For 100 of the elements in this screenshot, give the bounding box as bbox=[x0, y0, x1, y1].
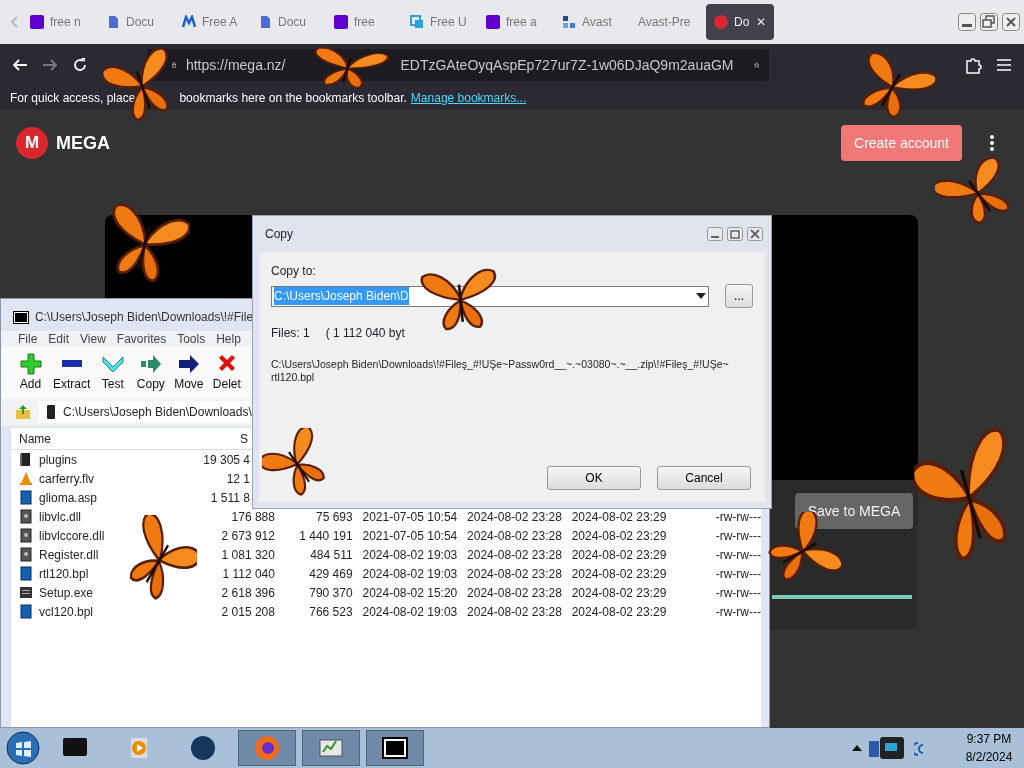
menu-icon[interactable] bbox=[996, 58, 1012, 72]
gear-file-icon bbox=[19, 528, 33, 543]
url-text: EDTzGAteOyqAspEp727ur7Z-1w06DJaQ9m2auaGM bbox=[400, 55, 734, 75]
url-field[interactable]: https://mega.nz/ EDTzGAteOyqAspEp727ur7Z-1w06DJaQ9m2auaGM bbox=[147, 49, 769, 81]
table-cell-text: 2024-08-02 19:03 bbox=[361, 603, 458, 621]
table-cell-text: 2024-08-02 23:29 bbox=[570, 565, 667, 583]
folder-up-icon[interactable] bbox=[15, 404, 31, 420]
toolbar-button[interactable]: Add bbox=[15, 352, 46, 393]
files-size: ( 1 112 040 byt bbox=[325, 325, 405, 342]
browser-tab[interactable]: Docu bbox=[98, 4, 174, 40]
menu-item[interactable]: View bbox=[80, 330, 106, 348]
table-cell-text: 2024-08-02 23:29 bbox=[570, 603, 667, 621]
file-icon bbox=[19, 490, 33, 505]
table-cell-text: -rw-rw--- bbox=[714, 603, 761, 621]
browser-tab[interactable]: Free U bbox=[402, 4, 478, 40]
minimize-icon[interactable] bbox=[707, 227, 723, 241]
column-header: Name bbox=[18, 430, 52, 448]
window-file-icon bbox=[19, 585, 33, 600]
square-icon bbox=[486, 15, 500, 29]
book-icon bbox=[19, 452, 33, 467]
minimize-icon[interactable] bbox=[958, 13, 976, 31]
menu-item[interactable]: Tools bbox=[177, 330, 206, 348]
menu-item[interactable]: Help bbox=[216, 330, 241, 348]
browser-tab[interactable]: free n bbox=[22, 4, 98, 40]
dialog-button[interactable]: Cancel bbox=[657, 466, 751, 490]
table-cell-text: 2024-08-02 23:29 bbox=[570, 546, 667, 564]
menu-item[interactable]: File bbox=[18, 330, 38, 348]
back-icon[interactable] bbox=[12, 57, 28, 73]
files-count: Files: 1 bbox=[271, 325, 310, 342]
table-cell-text: 2024-08-02 23:28 bbox=[466, 584, 562, 602]
clock-time[interactable]: 9:37 PM bbox=[954, 730, 1024, 748]
browser-tab[interactable]: Do ✕ bbox=[706, 4, 774, 40]
file-name[interactable]: carferry.flv bbox=[39, 469, 95, 488]
browser-tab[interactable]: Avast-Pre bbox=[630, 4, 706, 40]
table-cell-text: -rw-rw--- bbox=[714, 508, 761, 526]
browser-tab[interactable]: free bbox=[326, 4, 402, 40]
table-cell-text: 2024-08-02 23:28 bbox=[466, 603, 562, 621]
file-name[interactable]: glioma.asp bbox=[39, 488, 98, 507]
maximize-icon[interactable] bbox=[727, 227, 743, 241]
file-name[interactable]: Register.dll bbox=[39, 545, 99, 564]
table-cell-text: 12 1 bbox=[225, 470, 250, 488]
close-tab-button[interactable]: ✕ bbox=[756, 13, 766, 31]
file-name[interactable]: plugins bbox=[39, 450, 78, 469]
menu-item[interactable]: Edit bbox=[48, 330, 70, 348]
toolbar-button[interactable]: Test bbox=[97, 352, 129, 393]
file-name[interactable]: Setup.exe bbox=[39, 583, 94, 602]
close-icon[interactable] bbox=[747, 227, 763, 241]
sync-icon bbox=[410, 15, 424, 29]
table-cell-text: 176 888 bbox=[230, 508, 275, 526]
table-cell-text: 2024-08-02 23:28 bbox=[466, 546, 562, 564]
file-icon bbox=[19, 566, 33, 581]
url-text: https://mega.nz/ bbox=[185, 55, 286, 75]
table-cell-text: 766 523 bbox=[308, 603, 353, 621]
squares-icon bbox=[562, 15, 576, 29]
arrow-right-icon bbox=[177, 352, 200, 375]
table-cell-text: -rw-rw--- bbox=[714, 546, 761, 564]
table-cell-text: 1 081 320 bbox=[220, 546, 275, 564]
square-icon bbox=[334, 15, 348, 29]
menu-item[interactable]: Favorites bbox=[116, 330, 167, 348]
window-title: C:\Users\Joseph Biden\Downloads\!#File bbox=[35, 309, 254, 326]
browser-tab[interactable]: Docu bbox=[250, 4, 326, 40]
toolbar-button[interactable]: Delet bbox=[211, 352, 243, 393]
document-icon bbox=[258, 15, 272, 29]
puzzle-icon[interactable] bbox=[964, 56, 982, 74]
table-cell-text: 484 511 bbox=[309, 546, 353, 564]
circle-icon bbox=[714, 15, 728, 29]
toolbar-button[interactable]: Move bbox=[173, 352, 205, 393]
browser-tab[interactable]: Free A bbox=[174, 4, 250, 40]
file-path: C:\Users\Joseph Biden\Downloads\!#Fileş_#!UŞe~Passw0rd__~.~03080~.~__.zip\!#Fileş_#!UŞe~ rtl120.bpl bbox=[271, 358, 730, 384]
table-cell-text: 2024-08-02 23:29 bbox=[570, 584, 667, 602]
browser-tab[interactable]: free a bbox=[478, 4, 554, 40]
m-shape-icon bbox=[182, 15, 196, 29]
browser-tab[interactable]: Avast bbox=[554, 4, 630, 40]
dialog-button[interactable]: OK bbox=[547, 466, 641, 490]
bookmarks-hint: For quick access, place bbox=[10, 90, 136, 107]
chevron-up-icon[interactable] bbox=[852, 745, 862, 751]
forward-icon[interactable] bbox=[42, 57, 58, 73]
file-name[interactable]: libvlccore.dll bbox=[39, 526, 105, 545]
table-cell-text: -rw-rw--- bbox=[714, 527, 761, 545]
table-cell-text: 790 370 bbox=[308, 584, 353, 602]
close-icon[interactable] bbox=[1002, 13, 1020, 31]
toolbar-button[interactable]: Extract bbox=[53, 352, 91, 393]
toolbar-button[interactable]: Copy bbox=[135, 352, 167, 393]
reload-icon[interactable] bbox=[72, 57, 88, 73]
start-orb-icon[interactable] bbox=[6, 731, 40, 765]
file-name[interactable]: vcl120.bpl bbox=[39, 602, 94, 621]
plus-icon bbox=[19, 352, 42, 375]
table-cell-text: -rw-rw--- bbox=[714, 584, 761, 602]
cone-icon bbox=[19, 471, 33, 486]
gear-file-icon bbox=[19, 509, 33, 524]
manage-bookmarks-link[interactable]: Manage bookmarks... bbox=[410, 89, 527, 107]
restore-icon[interactable] bbox=[980, 13, 998, 31]
browse-button[interactable]: ... bbox=[725, 284, 753, 308]
dialog-title: Copy bbox=[265, 226, 293, 243]
table-cell-text: 2024-08-02 23:28 bbox=[466, 565, 562, 583]
clock-date[interactable]: 8/2/2024 bbox=[954, 748, 1024, 766]
logo-text: MEGA bbox=[56, 131, 110, 155]
file-name[interactable]: rtl120.bpl bbox=[39, 564, 89, 583]
file-name[interactable]: libvlc.dll bbox=[39, 507, 81, 526]
more-options-icon[interactable] bbox=[990, 135, 994, 151]
